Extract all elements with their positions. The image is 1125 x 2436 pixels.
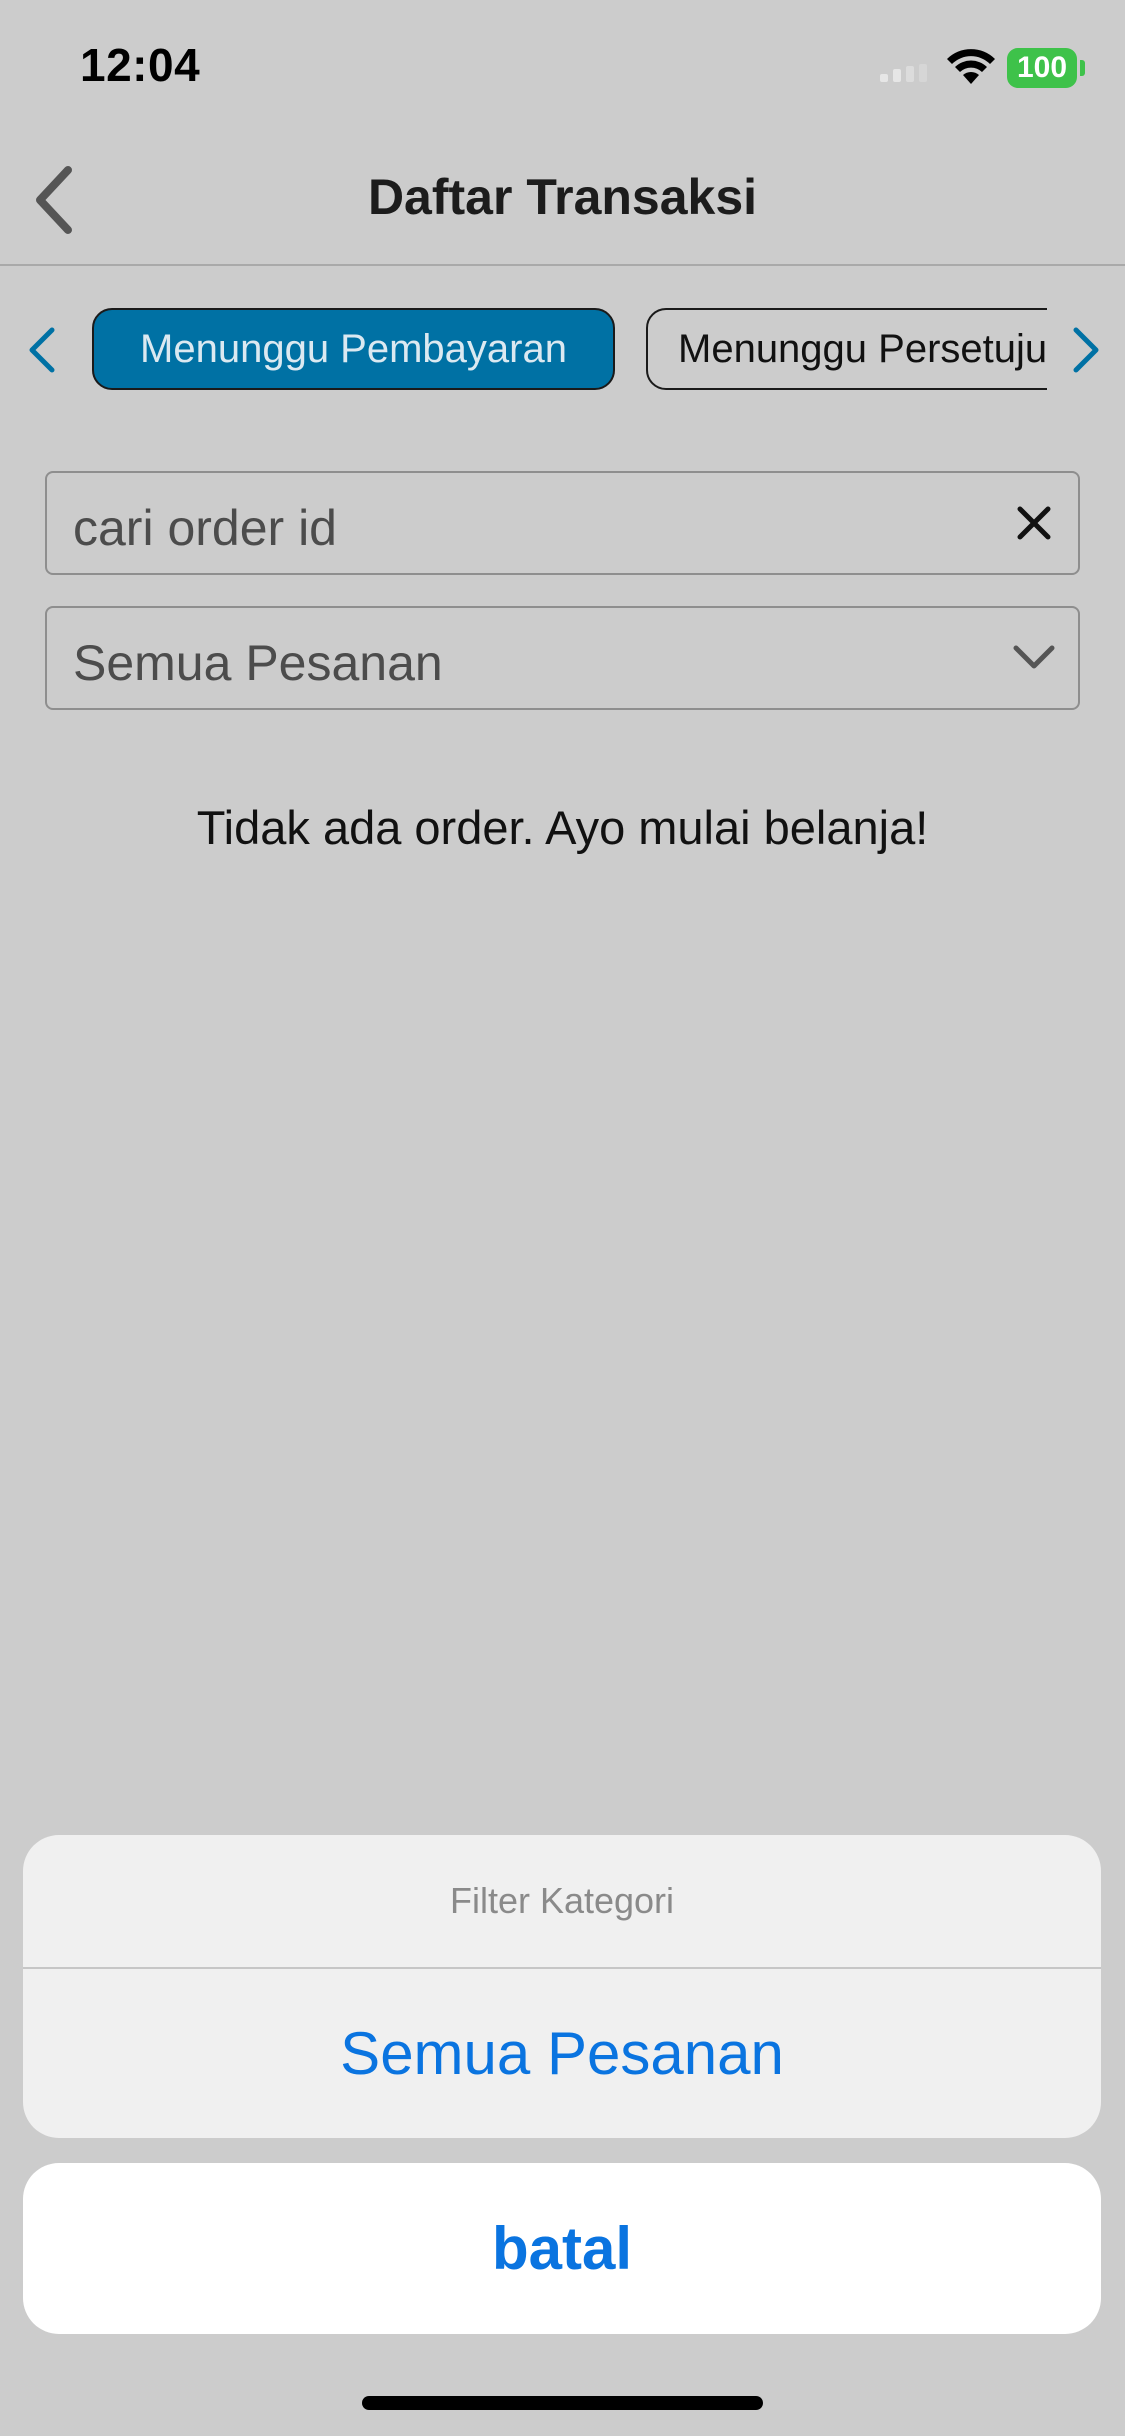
battery-cap <box>1080 60 1085 76</box>
home-indicator[interactable] <box>362 2396 763 2410</box>
status-time: 12:04 <box>80 39 201 91</box>
close-icon[interactable] <box>1012 501 1056 545</box>
tab-menunggu-pembayaran[interactable]: Menunggu Pembayaran <box>92 308 615 390</box>
tabs-scroller[interactable]: Menunggu Pembayaran Menunggu Persetujuan <box>92 304 1047 396</box>
action-sheet: Filter Kategori Semua Pesanan <box>23 1835 1101 2138</box>
action-sheet-title: Filter Kategori <box>23 1835 1101 1969</box>
chevron-down-icon <box>1013 645 1055 669</box>
tab-scroll-left-icon[interactable] <box>18 322 68 378</box>
cancel-button[interactable]: batal <box>23 2163 1101 2334</box>
battery-indicator: 100 <box>1007 48 1077 88</box>
tab-menunggu-persetujuan[interactable]: Menunggu Persetujuan <box>646 308 1047 390</box>
empty-state-message: Tidak ada order. Ayo mulai belanja! <box>196 801 929 854</box>
wifi-icon <box>947 49 995 84</box>
action-sheet-option-semua-pesanan[interactable]: Semua Pesanan <box>23 1969 1101 2138</box>
navigation-bar: Daftar Transaksi <box>0 140 1125 266</box>
tab-scroll-right-icon[interactable] <box>1060 322 1110 378</box>
filter-selected-value: Semua Pesanan <box>73 635 443 691</box>
status-bar: 12:04 100 <box>0 0 1125 140</box>
status-tabs: Menunggu Pembayaran Menunggu Persetujuan <box>0 304 1125 396</box>
cellular-signal-icon <box>880 64 927 82</box>
search-placeholder: cari order id <box>73 500 337 556</box>
page-title: Daftar Transaksi <box>367 169 758 225</box>
category-filter-select[interactable]: Semua Pesanan <box>45 606 1080 710</box>
search-input[interactable]: cari order id <box>45 471 1080 575</box>
